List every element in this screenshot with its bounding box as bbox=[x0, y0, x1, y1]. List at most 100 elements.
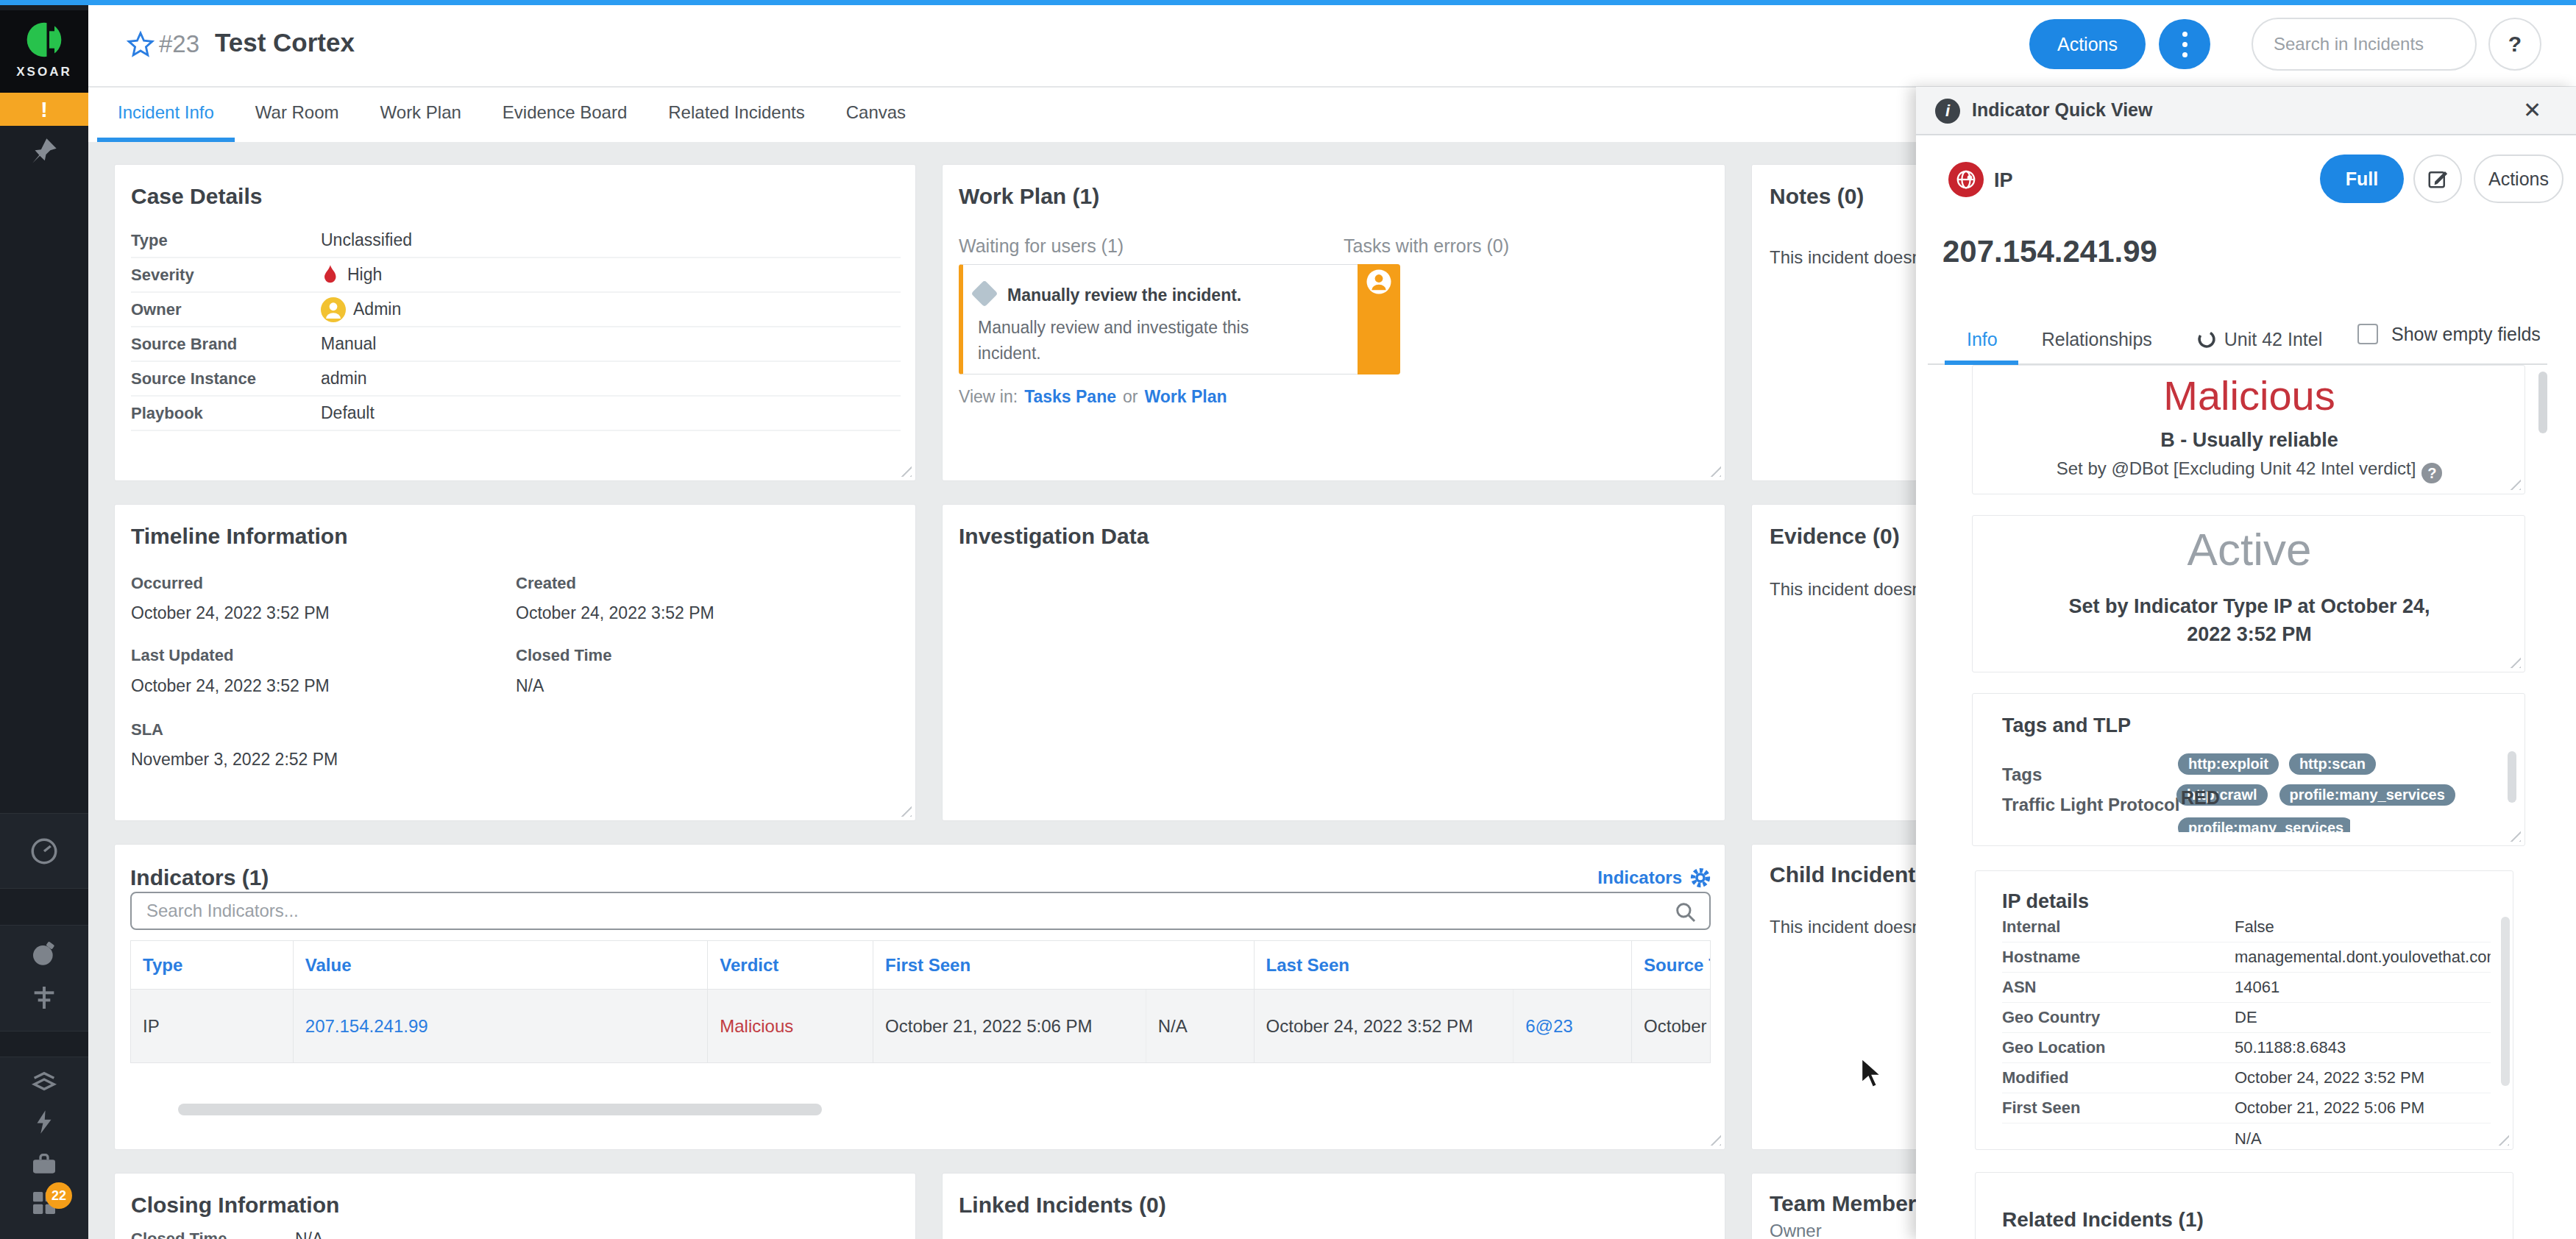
indicators-manage[interactable]: Indicators bbox=[1597, 867, 1711, 889]
indicator-quick-view-panel: i Indicator Quick View ✕ IP Full Actions… bbox=[1916, 87, 2576, 1239]
tag-pill[interactable]: http:scan bbox=[2289, 753, 2376, 775]
task-card[interactable]: Manually review the incident. Manually r… bbox=[959, 264, 1400, 374]
tab-info[interactable]: Info bbox=[1945, 315, 2020, 363]
mouse-cursor bbox=[1859, 1057, 1888, 1093]
show-empty-fields-label: Show empty fields bbox=[2391, 324, 2541, 345]
help-button[interactable]: ? bbox=[2488, 18, 2541, 71]
ip-details-card: IP details InternalFalse Hostnamemanagem… bbox=[1975, 870, 2513, 1150]
verdict-set-by: Set by @DBot [Excluding Unit 42 Intel ve… bbox=[1973, 458, 2526, 483]
panel-scrollbar[interactable] bbox=[2538, 372, 2547, 433]
tab-evidence-board[interactable]: Evidence Board bbox=[482, 88, 647, 142]
work-plan-link[interactable]: Work Plan bbox=[1144, 387, 1227, 407]
verdict-reliability: B - Usually reliable bbox=[1973, 429, 2526, 452]
indicator-value: 207.154.241.99 bbox=[1942, 234, 2157, 269]
col-source-timestamp[interactable]: Source TimeStamp bbox=[1632, 941, 1710, 989]
work-plan-card: Work Plan (1) Waiting for users (1) Task… bbox=[942, 164, 1725, 481]
indicators-card: Indicators (1) Indicators Search Indicat… bbox=[114, 844, 1725, 1150]
indicators-table-header: Type Value Verdict First Seen Last Seen … bbox=[131, 941, 1710, 990]
actions-button[interactable]: Actions bbox=[2029, 19, 2146, 69]
indicators-search-input[interactable]: Search Indicators... bbox=[130, 892, 1711, 930]
playbooks-icon[interactable] bbox=[28, 1063, 60, 1096]
tab-incident-info[interactable]: Incident Info bbox=[97, 88, 235, 142]
field-severity: Severity High bbox=[131, 258, 901, 293]
waiting-for-users[interactable]: Waiting for users (1) bbox=[959, 235, 1124, 257]
threat-intel-icon[interactable] bbox=[28, 981, 60, 1014]
severity-high-icon bbox=[321, 264, 340, 286]
unit42-icon bbox=[2196, 329, 2217, 349]
card-title: Indicators (1) bbox=[130, 865, 269, 890]
indicator-type-label: IP bbox=[1994, 169, 2013, 192]
star-icon[interactable] bbox=[127, 30, 155, 61]
indicators-search-placeholder: Search Indicators... bbox=[146, 901, 299, 921]
verdict-card: Malicious B - Usually reliable Set by @D… bbox=[1972, 365, 2525, 494]
status-card: Active Set by Indicator Type IP at Octob… bbox=[1972, 515, 2525, 672]
related-count-link[interactable]: 6@23 bbox=[1514, 990, 1632, 1062]
card-title: Notes (0) bbox=[1770, 184, 1864, 209]
tab-related-incidents[interactable]: Related Incidents bbox=[647, 88, 825, 142]
tasks-with-errors[interactable]: Tasks with errors (0) bbox=[1344, 235, 1509, 257]
status-value: Active bbox=[1973, 523, 2526, 575]
field-playbook: Playbook Default bbox=[131, 397, 901, 431]
tags-label: Tags bbox=[2002, 764, 2042, 785]
incident-header: #23 Test Cortex Actions Search in Incide… bbox=[88, 5, 2576, 86]
show-empty-fields-checkbox[interactable] bbox=[2357, 324, 2378, 344]
tags-row: http:exploit http:scan bbox=[2178, 753, 2376, 775]
task-title: Manually review the incident. bbox=[1007, 285, 1241, 305]
tags-tlp-card: Tags and TLP Tags http:exploit http:scan… bbox=[1972, 693, 2525, 846]
question-icon[interactable]: ? bbox=[2421, 463, 2442, 483]
search-input[interactable]: Search in Incidents bbox=[2252, 18, 2477, 71]
sidebar-item-incidents[interactable]: ! bbox=[0, 93, 88, 126]
tag-pill[interactable]: http:exploit bbox=[2178, 753, 2279, 775]
search-placeholder: Search in Incidents bbox=[2274, 34, 2424, 54]
tag-pill[interactable]: profile:many_services bbox=[2279, 784, 2455, 806]
xsoar-logo[interactable]: XSOAR bbox=[0, 10, 88, 93]
ip-details-scrollbar[interactable] bbox=[2501, 917, 2510, 1086]
tab-war-room[interactable]: War Room bbox=[235, 88, 360, 142]
edit-icon bbox=[2427, 168, 2449, 190]
col-verdict[interactable]: Verdict bbox=[708, 941, 873, 989]
tags-scrollbar[interactable] bbox=[2508, 751, 2516, 803]
tag-pill-clipped: profile:many_services bbox=[2178, 817, 2350, 832]
field-type: Type Unclassified bbox=[131, 224, 901, 258]
timeline-card: Timeline Information Occurred October 24… bbox=[114, 504, 916, 821]
dashboard-icon[interactable] bbox=[28, 835, 60, 867]
tab-canvas[interactable]: Canvas bbox=[826, 88, 926, 142]
card-title: Tags and TLP bbox=[2002, 714, 2131, 737]
more-options-button[interactable] bbox=[2159, 19, 2210, 69]
assignee-icon bbox=[1366, 269, 1392, 295]
edit-button[interactable] bbox=[2413, 155, 2462, 203]
col-first-seen[interactable]: First Seen bbox=[873, 941, 1255, 989]
pin-icon[interactable] bbox=[28, 135, 60, 167]
panel-actions-button[interactable]: Actions bbox=[2474, 155, 2563, 203]
automation-icon[interactable] bbox=[28, 1106, 60, 1138]
panel-header: i Indicator Quick View ✕ bbox=[1916, 87, 2576, 135]
horizontal-scrollbar[interactable] bbox=[178, 1104, 822, 1115]
incidents-icon[interactable] bbox=[28, 937, 60, 969]
linked-incidents-card: Linked Incidents (0) This incident isn't… bbox=[942, 1173, 1725, 1239]
related-incidents-card: Related Incidents (1) bbox=[1975, 1172, 2513, 1239]
close-icon[interactable]: ✕ bbox=[2523, 97, 2541, 123]
col-type[interactable]: Type bbox=[131, 941, 294, 989]
incident-id: #23 bbox=[159, 30, 199, 58]
card-title: Work Plan (1) bbox=[959, 184, 1099, 209]
tab-work-plan[interactable]: Work Plan bbox=[360, 88, 482, 142]
card-title: IP details bbox=[2002, 890, 2089, 913]
indicator-value-link[interactable]: 207.154.241.99 bbox=[294, 990, 708, 1062]
tasks-pane-link[interactable]: Tasks Pane bbox=[1024, 387, 1116, 407]
gear-icon[interactable] bbox=[1689, 867, 1711, 889]
jobs-icon[interactable] bbox=[28, 1149, 60, 1181]
tab-unit42-intel[interactable]: Unit 42 Intel bbox=[2174, 315, 2344, 363]
card-title: Related Incidents (1) bbox=[2002, 1208, 2204, 1232]
closing-information-card: Closing Information Closed Time N/A bbox=[114, 1173, 916, 1239]
col-value[interactable]: Value bbox=[294, 941, 708, 989]
brand-label: XSOAR bbox=[0, 65, 88, 79]
indicator-row[interactable]: IP 207.154.241.99 Malicious October 21, … bbox=[131, 990, 1710, 1063]
full-button[interactable]: Full bbox=[2320, 155, 2404, 203]
tab-relationships[interactable]: Relationships bbox=[2020, 315, 2174, 363]
tlp-value: RED bbox=[2181, 787, 2220, 809]
col-last-seen[interactable]: Last Seen bbox=[1255, 941, 1633, 989]
indicators-table: Type Value Verdict First Seen Last Seen … bbox=[130, 940, 1711, 1063]
task-assignee-strip bbox=[1358, 264, 1400, 374]
panel-tabs: Info Relationships Unit 42 Intel bbox=[1945, 315, 2344, 363]
status-set-by: Set by Indicator Type IP at October 24, … bbox=[2058, 592, 2441, 648]
